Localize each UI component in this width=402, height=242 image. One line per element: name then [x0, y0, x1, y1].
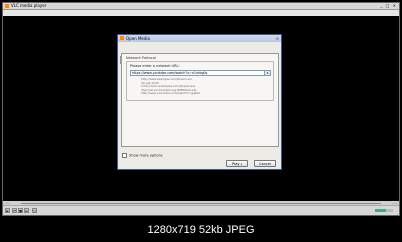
fullscreen-icon[interactable]: □ [32, 208, 37, 213]
dialog-title: Open Media [126, 36, 150, 41]
group-label: Network Protocol [126, 56, 156, 60]
title-bar: VLC media player _ □ × [3, 3, 399, 10]
volume-slider[interactable] [375, 209, 393, 212]
checkbox[interactable] [122, 153, 127, 158]
dropdown-arrow-icon[interactable]: ▾ [241, 163, 242, 166]
dropdown-arrow-icon[interactable]: ▾ [264, 71, 270, 75]
control-bar: ▶ ⏮ ■ ⏭ □ [3, 205, 399, 215]
tab-strip: File Disc Network Capture Device [120, 45, 242, 64]
image-caption: 1280x719 52kb JPEG [147, 224, 255, 236]
next-icon[interactable]: ⏭ [24, 208, 29, 213]
dialog-title-bar: Open Media × [118, 35, 281, 42]
window-title: VLC media player [11, 3, 47, 8]
open-media-dialog: Open Media × File Disc Network Capture D… [117, 34, 282, 170]
close-icon[interactable]: × [276, 36, 279, 41]
url-input[interactable]: https://www.youtube.com/watch?v=n1ntdg0s… [130, 70, 271, 76]
vlc-cone-icon [5, 4, 9, 8]
vlc-cone-icon [120, 36, 124, 40]
seek-track[interactable] [21, 203, 381, 204]
play-icon[interactable]: ▶ [5, 208, 10, 213]
network-panel: Network Protocol Please enter a network … [121, 53, 279, 147]
play-button[interactable]: Play ▾ [226, 160, 248, 167]
previous-icon[interactable]: ⏮ [12, 208, 17, 213]
window-buttons[interactable]: _ □ × [380, 4, 397, 8]
show-more-options[interactable]: Show more options [122, 153, 163, 158]
cancel-button[interactable]: Cancel [254, 160, 276, 167]
network-protocol-group: Please enter a network URL: https://www.… [126, 61, 274, 101]
example-line: http://www.yourtube.com/watch?v=gg64x [141, 91, 201, 96]
url-prompt: Please enter a network URL: [130, 64, 180, 68]
url-examples: http://www.example.com/stream.avi rtp://… [141, 77, 201, 96]
stop-icon[interactable]: ■ [18, 208, 23, 213]
